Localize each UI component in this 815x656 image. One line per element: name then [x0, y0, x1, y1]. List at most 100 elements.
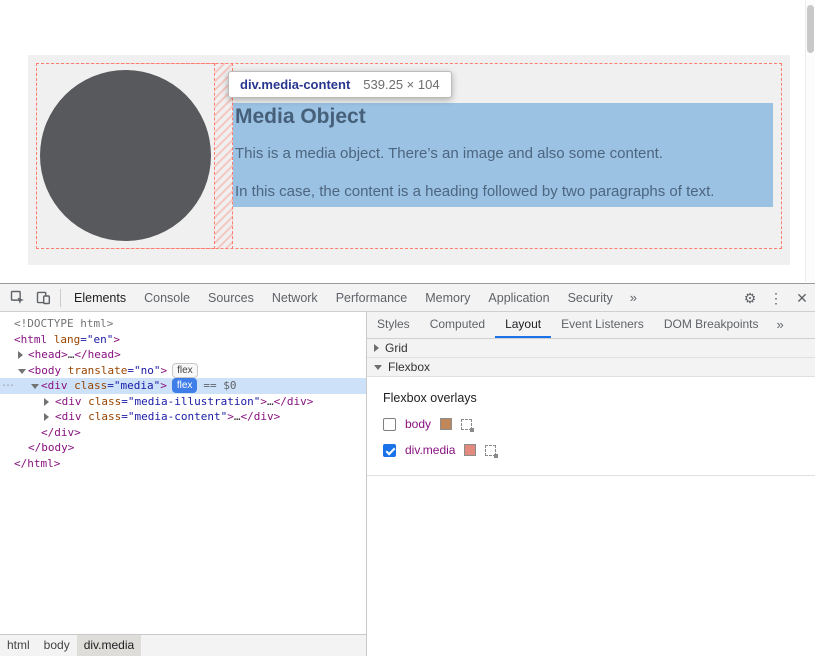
tab-network[interactable]: Network: [263, 285, 327, 311]
media-illustration-circle: [40, 70, 211, 241]
flexbox-section-label: Flexbox: [388, 360, 430, 374]
close-devtools-icon[interactable]: ✕: [789, 285, 815, 311]
more-tabs-icon[interactable]: »: [622, 285, 645, 311]
collapsed-content: …: [267, 395, 274, 408]
flexbox-overlays-title: Flexbox overlays: [383, 391, 799, 405]
devtools-window: Media Object This is a media object. The…: [0, 0, 815, 656]
doctype-text: <!DOCTYPE html>: [14, 317, 113, 330]
tab-dom-breakpoints[interactable]: DOM Breakpoints: [654, 312, 769, 338]
elements-tree: <!DOCTYPE html> <html lang="en"> <head>……: [0, 312, 367, 656]
tree-node-media-content[interactable]: <div class="media-content">…</div>: [0, 409, 366, 425]
devtools-panel: Elements Console Sources Network Perform…: [0, 283, 815, 656]
devtools-toolbar: Elements Console Sources Network Perform…: [0, 284, 815, 312]
devtools-main: <!DOCTYPE html> <html lang="en"> <head>……: [0, 312, 815, 656]
overlay-label[interactable]: div.media: [405, 443, 455, 457]
attr-value: ="media-content": [121, 410, 227, 423]
tree-node-body-open[interactable]: <body translate="no"> flex: [0, 363, 366, 379]
tab-performance[interactable]: Performance: [327, 285, 417, 311]
breadcrumb-html[interactable]: html: [0, 635, 37, 656]
tab-sources[interactable]: Sources: [199, 285, 263, 311]
tag-close: </head>: [74, 348, 120, 361]
collapse-arrow-icon: [374, 365, 382, 370]
tab-console[interactable]: Console: [135, 285, 199, 311]
grid-section-label: Grid: [385, 341, 408, 355]
attr-value: ="media": [107, 379, 160, 392]
tree-node-html-open[interactable]: <html lang="en">: [0, 332, 366, 348]
flexbox-overlays-section: Flexbox overlays body div.media: [367, 377, 815, 476]
media-content-highlight: Media Object This is a media object. The…: [233, 103, 773, 207]
overlay-color-swatch[interactable]: [440, 418, 452, 430]
inspect-element-icon[interactable]: [4, 285, 30, 311]
tab-layout[interactable]: Layout: [495, 312, 551, 338]
collapse-arrow-icon[interactable]: [18, 369, 26, 374]
tree-node-body-close[interactable]: </body>: [0, 440, 366, 456]
media-heading: Media Object: [235, 105, 773, 129]
tree-node-head[interactable]: <head>…</head>: [0, 347, 366, 363]
tag-close: >: [260, 395, 267, 408]
flexbox-section-header[interactable]: Flexbox: [367, 358, 815, 377]
scrollbar-thumb-icon[interactable]: [807, 5, 814, 53]
attr-value: ="en": [80, 333, 113, 346]
more-sidebar-tabs-icon[interactable]: »: [769, 312, 792, 338]
tree-node-html-close[interactable]: </html>: [0, 456, 366, 472]
tag-end: </div>: [240, 410, 280, 423]
more-actions-icon[interactable]: ⋯: [2, 378, 14, 394]
tree-node-doctype[interactable]: <!DOCTYPE html>: [0, 316, 366, 332]
attr-value: ="media-illustration": [121, 395, 260, 408]
tag-open: <body: [28, 364, 68, 377]
tag-open: <head>: [28, 348, 68, 361]
tag-end: </div>: [41, 426, 81, 439]
tab-event-listeners[interactable]: Event Listeners: [551, 312, 654, 338]
collapse-arrow-icon[interactable]: [31, 384, 39, 389]
settings-gear-icon[interactable]: ⚙: [737, 285, 763, 311]
tree-node-div-close[interactable]: </div>: [0, 425, 366, 441]
tab-application[interactable]: Application: [479, 285, 558, 311]
tab-elements[interactable]: Elements: [65, 285, 135, 311]
elements-sidebar: Styles Computed Layout Event Listeners D…: [367, 312, 815, 656]
media-paragraph-1: This is a media object. There’s an image…: [235, 145, 773, 162]
tree-node-media-illustration[interactable]: <div class="media-illustration">…</div>: [0, 394, 366, 410]
flex-badge[interactable]: flex: [172, 363, 198, 378]
overlay-color-swatch[interactable]: [464, 444, 476, 456]
tab-memory[interactable]: Memory: [416, 285, 479, 311]
tag-close: >: [160, 364, 167, 377]
tree-node-div-media[interactable]: ⋯<div class="media">flex== $0: [0, 378, 366, 394]
expand-arrow-icon[interactable]: [44, 398, 49, 406]
media-paragraph-2: In this case, the content is a heading f…: [235, 183, 773, 200]
media-illustration-box: [36, 63, 215, 249]
tag-close: >: [160, 379, 167, 392]
kebab-menu-icon[interactable]: ⋮: [763, 285, 789, 311]
tab-styles[interactable]: Styles: [367, 312, 420, 338]
tag-open: <div: [55, 410, 88, 423]
attr-name: class: [88, 395, 121, 408]
tab-security[interactable]: Security: [559, 285, 622, 311]
breadcrumb-div-media[interactable]: div.media: [77, 635, 141, 656]
breadcrumb-body[interactable]: body: [37, 635, 77, 656]
attr-name: translate: [68, 364, 128, 377]
breadcrumb: html body div.media: [0, 634, 367, 656]
attr-name: lang: [54, 333, 81, 346]
attr-name: class: [88, 410, 121, 423]
overlay-row-body: body: [383, 417, 799, 431]
body-overlay-checkbox[interactable]: [383, 418, 396, 431]
grid-section-header[interactable]: Grid: [367, 339, 815, 358]
overlay-label[interactable]: body: [405, 417, 431, 431]
div-media-overlay-checkbox[interactable]: [383, 444, 396, 457]
device-toolbar-icon[interactable]: [30, 285, 56, 311]
expand-arrow-icon[interactable]: [44, 413, 49, 421]
flex-badge-active[interactable]: flex: [172, 378, 198, 393]
tag-open: <html: [14, 333, 54, 346]
inspect-tooltip: div.media-content 539.25 × 104: [228, 71, 452, 98]
toolbar-divider: [60, 289, 61, 307]
page-scrollbar[interactable]: [805, 0, 815, 282]
overlay-row-div-media: div.media: [383, 443, 799, 457]
browser-viewport: Media Object This is a media object. The…: [0, 0, 815, 283]
tag-end: </body>: [28, 441, 74, 454]
expand-arrow-icon[interactable]: [18, 351, 23, 359]
overlay-frame-icon: [461, 419, 472, 430]
tab-computed[interactable]: Computed: [420, 312, 495, 338]
tooltip-selector: div.media-content: [240, 77, 350, 92]
attr-value: ="no": [127, 364, 160, 377]
tag-open: <div: [55, 395, 88, 408]
overlay-frame-icon: [485, 445, 496, 456]
